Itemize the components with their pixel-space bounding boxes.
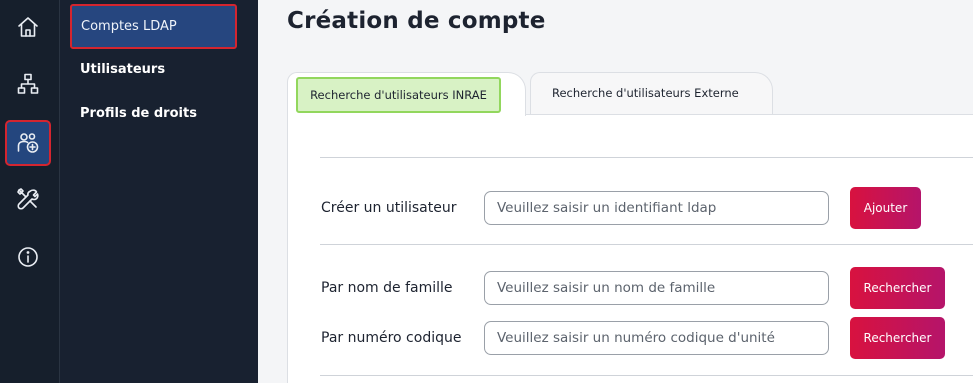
unit-code-label: Par numéro codique: [321, 330, 462, 346]
divider: [320, 375, 973, 376]
user-add-icon: [17, 133, 39, 153]
last-name-label: Par nom de famille: [321, 280, 453, 296]
search-panel: Créer un utilisateur Ajouter Par nom de …: [287, 114, 973, 383]
submenu-item-comptes-ldap[interactable]: Comptes LDAP: [70, 4, 237, 49]
search-by-code-button[interactable]: Rechercher: [850, 317, 945, 359]
tab-label: Recherche d'utilisateurs Externe: [552, 86, 739, 100]
rail-item-info[interactable]: [6, 235, 50, 279]
home-icon: [18, 17, 38, 37]
submenu-item-label: Utilisateurs: [80, 62, 166, 77]
info-icon: [18, 247, 38, 267]
tab-inrae-users[interactable]: Recherche d'utilisateurs INRAE: [287, 72, 526, 116]
divider: [320, 244, 973, 245]
page-title: Création de compte: [287, 8, 546, 34]
tab-external-users[interactable]: Recherche d'utilisateurs Externe: [530, 72, 773, 115]
search-by-name-button[interactable]: Rechercher: [850, 267, 945, 309]
submenu-item-label: Profils de droits: [80, 106, 197, 121]
tools-icon: [17, 188, 39, 210]
last-name-input[interactable]: [484, 271, 829, 305]
create-user-label: Créer un utilisateur: [321, 200, 457, 216]
submenu-item-utilisateurs[interactable]: Utilisateurs: [80, 62, 165, 77]
icon-rail: [0, 0, 60, 383]
ldap-submenu: Comptes LDAP Utilisateurs Profils de dro…: [60, 0, 258, 383]
submenu-item-label: Comptes LDAP: [81, 19, 177, 34]
rail-item-home[interactable]: [6, 5, 50, 49]
tab-label: Recherche d'utilisateurs INRAE: [296, 77, 501, 113]
submenu-item-profils-de-droits[interactable]: Profils de droits: [80, 106, 197, 121]
main-content: Création de compte Recherche d'utilisate…: [258, 0, 973, 383]
network-icon: [17, 73, 39, 94]
divider: [320, 157, 973, 158]
rail-item-tools[interactable]: [6, 177, 50, 221]
ldap-id-input[interactable]: [484, 191, 829, 225]
rail-item-user-accounts[interactable]: [5, 120, 51, 166]
rail-item-network[interactable]: [6, 62, 50, 106]
add-button[interactable]: Ajouter: [850, 187, 921, 229]
unit-code-input[interactable]: [484, 321, 829, 355]
